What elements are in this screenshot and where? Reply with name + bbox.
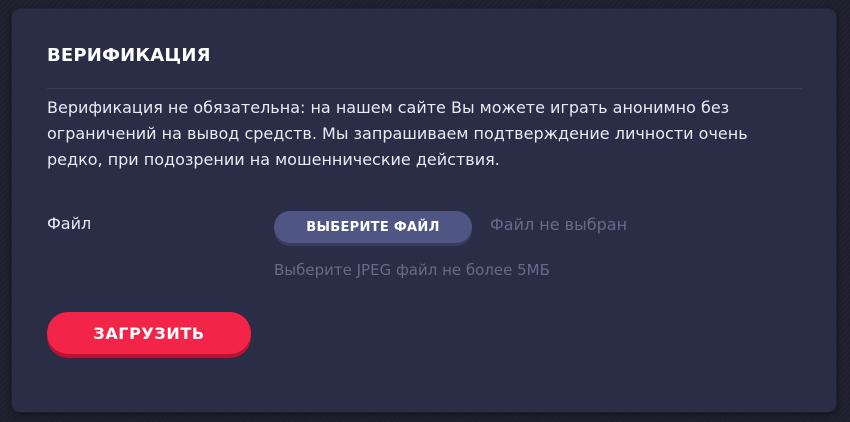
title-divider bbox=[47, 88, 802, 89]
choose-file-button[interactable]: ВЫБЕРИТЕ ФАЙЛ bbox=[274, 211, 472, 243]
file-label: Файл bbox=[47, 214, 92, 233]
verification-title: ВЕРИФИКАЦИЯ bbox=[47, 45, 211, 66]
file-status-text: Файл не выбран bbox=[490, 215, 628, 234]
verification-description: Верификация не обязательна: на нашем сай… bbox=[47, 98, 748, 169]
file-hint-text: Выберите JPEG файл не более 5МБ bbox=[274, 261, 550, 279]
upload-button[interactable]: ЗАГРУЗИТЬ bbox=[47, 312, 251, 354]
verification-card: ВЕРИФИКАЦИЯ Верификация не обязательна: … bbox=[12, 9, 836, 412]
